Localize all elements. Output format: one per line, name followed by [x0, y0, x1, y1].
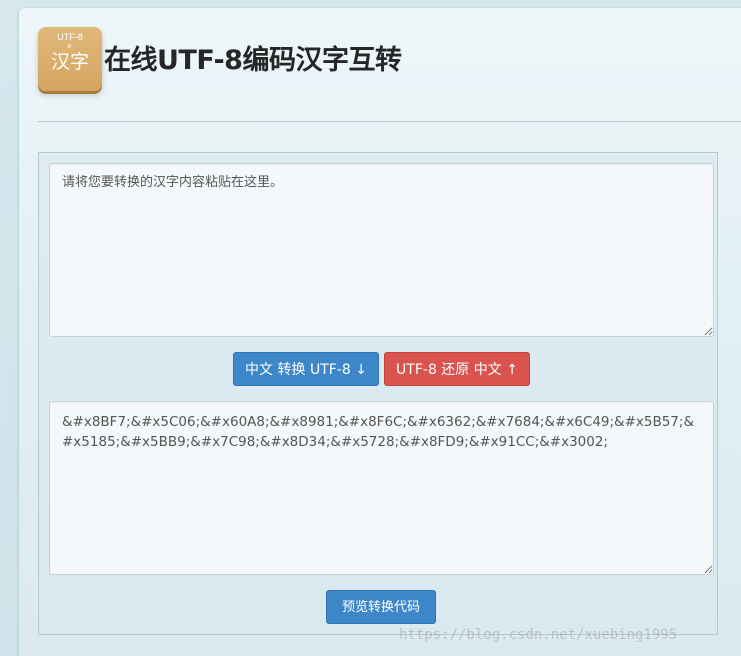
watermark: https://blog.csdn.net/xuebing1995 [399, 627, 678, 643]
preview-code-button[interactable]: 预览转换代码 [326, 590, 436, 624]
chinese-input[interactable]: 请将您要转换的汉字内容粘贴在这里。 [49, 163, 714, 337]
utf8-output[interactable]: &#x8BF7;&#x5C06;&#x60A8;&#x8981;&#x8F6C;… [49, 401, 714, 575]
logo-big-text: 汉字 [50, 51, 89, 73]
convert-to-utf8-button[interactable]: 中文 转换 UTF-8 ↓ [233, 352, 379, 386]
page-title: 在线UTF-8编码汉字互转 [104, 45, 402, 76]
convert-to-chinese-button[interactable]: UTF-8 还原 中文 ↑ [384, 352, 530, 386]
site-logo: UTF-8 » 汉字 [38, 27, 102, 91]
divider [38, 121, 741, 122]
